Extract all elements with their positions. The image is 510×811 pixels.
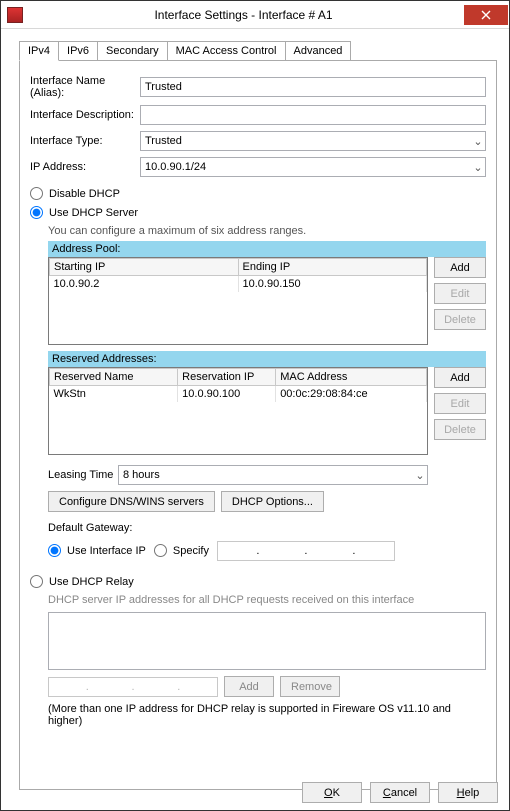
use-dhcp-relay-label: Use DHCP Relay bbox=[49, 576, 134, 588]
cell-mac: 00:0c:29:08:84:ce bbox=[276, 386, 427, 403]
tab-advanced[interactable]: Advanced bbox=[286, 41, 352, 61]
reserved-edit-button[interactable]: Edit bbox=[434, 393, 486, 414]
interface-name-input[interactable] bbox=[140, 77, 486, 97]
reserved-addresses-table[interactable]: Reserved Name Reservation IP MAC Address… bbox=[48, 367, 428, 455]
ip-address-select[interactable]: 10.0.90.1/24 ⌄ bbox=[140, 157, 486, 177]
relay-ip-input[interactable]: ... bbox=[48, 677, 218, 697]
relay-remove-button[interactable]: Remove bbox=[280, 676, 340, 697]
use-interface-ip-label: Use Interface IP bbox=[67, 545, 146, 557]
col-reserved-name[interactable]: Reserved Name bbox=[50, 369, 178, 386]
pool-delete-button[interactable]: Delete bbox=[434, 309, 486, 330]
interface-type-select[interactable]: Trusted ⌄ bbox=[140, 131, 486, 151]
interface-description-input[interactable] bbox=[140, 105, 486, 125]
col-ending-ip[interactable]: Ending IP bbox=[238, 259, 427, 276]
tab-ipv4[interactable]: IPv4 bbox=[19, 41, 59, 61]
disable-dhcp-radio[interactable] bbox=[30, 187, 43, 200]
pool-edit-button[interactable]: Edit bbox=[434, 283, 486, 304]
leasing-time-select[interactable]: 8 hours ⌄ bbox=[118, 465, 428, 485]
window-title: Interface Settings - Interface # A1 bbox=[23, 8, 464, 22]
ip-address-label: IP Address: bbox=[30, 161, 140, 173]
ok-button[interactable]: OK bbox=[302, 782, 362, 803]
disable-dhcp-label: Disable DHCP bbox=[49, 188, 120, 200]
cell-reserved-name: WkStn bbox=[50, 386, 178, 403]
table-row[interactable]: 10.0.90.2 10.0.90.150 bbox=[50, 276, 427, 293]
configure-dns-wins-button[interactable]: Configure DNS/WINS servers bbox=[48, 491, 215, 512]
cancel-button[interactable]: Cancel bbox=[370, 782, 430, 803]
dhcp-relay-hint: DHCP server IP addresses for all DHCP re… bbox=[48, 594, 486, 606]
col-starting-ip[interactable]: Starting IP bbox=[50, 259, 239, 276]
tab-mac-access-control[interactable]: MAC Access Control bbox=[168, 41, 286, 61]
relay-note: (More than one IP address for DHCP relay… bbox=[48, 703, 486, 727]
cell-start-ip: 10.0.90.2 bbox=[50, 276, 239, 293]
help-button[interactable]: Help bbox=[438, 782, 498, 803]
chevron-down-icon: ⌄ bbox=[413, 469, 427, 482]
use-interface-ip-radio[interactable] bbox=[48, 544, 61, 557]
cell-reservation-ip: 10.0.90.100 bbox=[178, 386, 276, 403]
dhcp-relay-list[interactable] bbox=[48, 612, 486, 670]
specify-gateway-label: Specify bbox=[173, 545, 209, 557]
tab-strip: IPv4 IPv6 Secondary MAC Access Control A… bbox=[19, 41, 509, 61]
interface-name-label: Interface Name (Alias): bbox=[30, 75, 140, 99]
app-icon bbox=[7, 7, 23, 23]
default-gateway-label: Default Gateway: bbox=[48, 522, 486, 534]
close-button[interactable] bbox=[464, 5, 508, 25]
dialog-buttons: OK Cancel Help bbox=[302, 782, 498, 803]
use-dhcp-server-radio[interactable] bbox=[30, 206, 43, 219]
use-dhcp-relay-radio[interactable] bbox=[30, 575, 43, 588]
address-pool-table[interactable]: Starting IP Ending IP 10.0.90.2 10.0.90.… bbox=[48, 257, 428, 345]
cell-end-ip: 10.0.90.150 bbox=[238, 276, 427, 293]
pool-add-button[interactable]: Add bbox=[434, 257, 486, 278]
dhcp-options-button[interactable]: DHCP Options... bbox=[221, 491, 324, 512]
address-pool-header: Address Pool: bbox=[48, 241, 486, 257]
relay-add-button[interactable]: Add bbox=[224, 676, 274, 697]
chevron-down-icon: ⌄ bbox=[471, 161, 485, 174]
tab-secondary[interactable]: Secondary bbox=[98, 41, 168, 61]
interface-type-value: Trusted bbox=[145, 135, 182, 147]
chevron-down-icon: ⌄ bbox=[471, 135, 485, 148]
close-icon bbox=[481, 10, 491, 20]
title-bar: Interface Settings - Interface # A1 bbox=[1, 1, 509, 29]
tab-ipv6[interactable]: IPv6 bbox=[59, 41, 98, 61]
table-row[interactable]: WkStn 10.0.90.100 00:0c:29:08:84:ce bbox=[50, 386, 427, 403]
col-reservation-ip[interactable]: Reservation IP bbox=[178, 369, 276, 386]
tab-panel-ipv4: Interface Name (Alias): Interface Descri… bbox=[19, 60, 497, 790]
use-dhcp-server-label: Use DHCP Server bbox=[49, 207, 138, 219]
leasing-time-value: 8 hours bbox=[123, 469, 160, 481]
gateway-ip-input[interactable]: ... bbox=[217, 541, 395, 561]
dhcp-server-hint: You can configure a maximum of six addre… bbox=[48, 225, 486, 237]
reserved-delete-button[interactable]: Delete bbox=[434, 419, 486, 440]
specify-gateway-radio[interactable] bbox=[154, 544, 167, 557]
ip-address-value: 10.0.90.1/24 bbox=[145, 161, 206, 173]
interface-type-label: Interface Type: bbox=[30, 135, 140, 147]
reserved-add-button[interactable]: Add bbox=[434, 367, 486, 388]
leasing-time-label: Leasing Time bbox=[48, 469, 118, 481]
interface-description-label: Interface Description: bbox=[30, 109, 140, 121]
reserved-addresses-header: Reserved Addresses: bbox=[48, 351, 486, 367]
col-mac-address[interactable]: MAC Address bbox=[276, 369, 427, 386]
